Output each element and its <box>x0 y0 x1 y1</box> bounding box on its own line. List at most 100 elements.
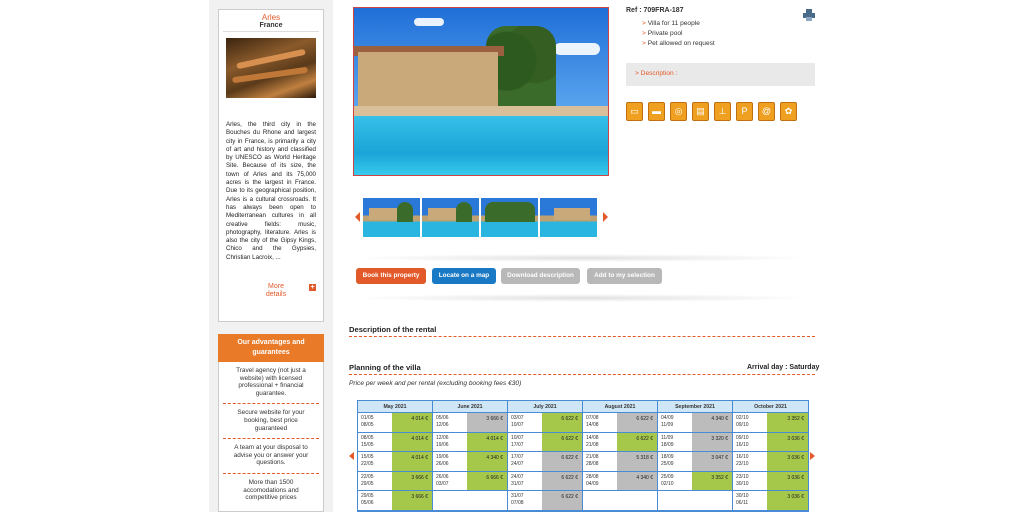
calendar-month: October 2021 02/10 09/10 3 352 €09/10 16/10 3… <box>733 401 808 511</box>
iron-icon[interactable]: ⊥ <box>714 102 731 121</box>
calendar-month: May 2021 01/05 08/05 4 014 €08/05 15/05 4 014… <box>358 401 433 511</box>
calendar-week[interactable]: 03/07 10/07 6 622 € <box>508 413 582 433</box>
divider <box>223 31 319 32</box>
download-description-button[interactable]: Download description <box>501 268 580 284</box>
gallery-prev-arrow-icon[interactable] <box>355 212 360 222</box>
week-price[interactable]: 3 352 € <box>767 413 808 432</box>
gallery-thumbnail[interactable] <box>363 198 420 237</box>
calendar-week[interactable]: 01/05 08/05 4 014 € <box>358 413 432 433</box>
calendar-week[interactable]: 16/10 23/10 3 036 € <box>733 452 808 472</box>
week-dates: 25/09 02/10 <box>658 471 692 490</box>
calendar-week[interactable]: 02/10 09/10 3 352 € <box>733 413 808 433</box>
week-price[interactable]: 3 666 € <box>392 491 432 510</box>
main-property-photo[interactable] <box>353 7 609 176</box>
week-dates: 22/05 29/05 <box>358 471 392 490</box>
property-ref: Ref : 709FRA-187 <box>626 7 684 14</box>
calendar-week[interactable]: 30/10 06/11 3 036 € <box>733 491 808 511</box>
week-dates: 12/06 19/06 <box>433 432 467 451</box>
week-price[interactable]: 6 622 € <box>542 413 582 432</box>
month-header: October 2021 <box>733 401 808 413</box>
book-property-button[interactable]: Book this property <box>356 268 426 284</box>
calendar-week: 11/09 18/09 3 320 € <box>658 432 732 452</box>
week-price[interactable]: 4 014 € <box>467 432 507 451</box>
add-selection-button[interactable]: Add to my selection <box>587 268 662 284</box>
sofa-icon[interactable]: ▬ <box>648 102 665 121</box>
calendar-week[interactable]: 15/05 22/05 4 014 € <box>358 452 432 472</box>
description-link[interactable]: > Description : <box>626 63 815 86</box>
calendar-week[interactable]: 22/05 29/05 3 666 € <box>358 471 432 491</box>
calendar-week[interactable]: 29/05 05/06 3 666 € <box>358 491 432 511</box>
gallery-thumbnail[interactable] <box>422 198 479 237</box>
week-dates: 30/10 06/11 <box>733 491 767 510</box>
week-price <box>617 491 657 510</box>
city-card: Arles France Arles, the third city in th… <box>218 9 324 322</box>
city-name[interactable]: Arles <box>219 13 323 22</box>
week-price[interactable]: 6 622 € <box>542 432 582 451</box>
week-dates: 29/05 05/06 <box>358 491 392 510</box>
month-header: June 2021 <box>433 401 507 413</box>
calendar-week: 07/08 14/08 6 622 € <box>583 413 657 433</box>
calendar-week: 04/09 11/09 4 340 € <box>658 413 732 433</box>
calendar-week[interactable]: 10/07 17/07 6 622 € <box>508 432 582 452</box>
week-price[interactable]: 4 340 € <box>467 452 507 471</box>
week-price: 6 622 € <box>542 491 582 510</box>
week-price[interactable]: 3 036 € <box>767 452 808 471</box>
calendar-week[interactable]: 12/06 19/06 4 014 € <box>433 432 507 452</box>
calendar-week: 05/06 12/06 3 666 € <box>433 413 507 433</box>
week-price[interactable]: 3 666 € <box>392 471 432 490</box>
calendar-week <box>433 491 507 511</box>
week-dates: 11/09 18/09 <box>658 432 692 451</box>
city-photo <box>226 38 316 98</box>
calendar-week[interactable]: 09/10 16/10 3 036 € <box>733 432 808 452</box>
week-dates <box>433 491 467 510</box>
week-price[interactable]: 6 622 € <box>617 432 657 451</box>
gallery-next-arrow-icon[interactable] <box>603 212 608 222</box>
week-price[interactable]: 3 352 € <box>692 471 732 490</box>
print-icon[interactable] <box>803 9 815 21</box>
washing-machine-icon[interactable]: ◎ <box>670 102 687 121</box>
calendar-week[interactable]: 26/06 03/07 6 666 € <box>433 471 507 491</box>
feature-item: > Pet allowed on request <box>642 40 715 47</box>
calendar-week <box>658 491 732 511</box>
week-price[interactable]: 3 036 € <box>767 471 808 490</box>
calendar-prev-arrow-icon[interactable] <box>349 452 354 460</box>
gallery-thumbnail[interactable] <box>481 198 538 237</box>
parking-icon[interactable]: P <box>736 102 753 121</box>
locate-map-button[interactable]: Locate on a map <box>432 268 496 284</box>
calendar-week[interactable]: 19/06 26/06 4 340 € <box>433 452 507 472</box>
week-price: 6 622 € <box>542 452 582 471</box>
week-price[interactable]: 3 036 € <box>767 491 808 510</box>
week-price[interactable]: 4 014 € <box>392 413 432 432</box>
calendar-month: August 2021 07/08 14/08 6 622 €14/08 21/08 6 … <box>583 401 658 511</box>
calendar-week[interactable]: 08/05 15/05 4 014 € <box>358 432 432 452</box>
calendar-next-arrow-icon[interactable] <box>810 452 815 460</box>
dishwasher-icon[interactable]: ▤ <box>692 102 709 121</box>
calendar-week: 18/09 25/09 3 047 € <box>658 452 732 472</box>
more-details-link[interactable]: More details <box>258 283 294 299</box>
plus-icon[interactable]: + <box>309 284 316 291</box>
calendar-week[interactable]: 23/10 30/10 3 036 € <box>733 471 808 491</box>
week-dates: 07/08 14/08 <box>583 413 617 432</box>
week-dates: 19/06 26/06 <box>433 452 467 471</box>
week-dates: 28/08 04/09 <box>583 471 617 490</box>
week-price[interactable]: 4 014 € <box>392 432 432 451</box>
week-dates: 02/10 09/10 <box>733 413 767 432</box>
week-dates: 18/09 25/09 <box>658 452 692 471</box>
week-dates: 16/10 23/10 <box>733 452 767 471</box>
calendar-month: June 2021 05/06 12/06 3 666 €12/06 19/06 4 01… <box>433 401 508 511</box>
calendar-week <box>583 491 657 511</box>
calendar-week[interactable]: 14/08 21/08 6 622 € <box>583 432 657 452</box>
advantages-list: Travel agency (not just a website) with … <box>218 362 324 512</box>
advantage-item: Travel agency (not just a website) with … <box>223 362 319 405</box>
bed-icon[interactable]: ▭ <box>626 102 643 121</box>
calendar-week[interactable]: 25/09 02/10 3 352 € <box>658 471 732 491</box>
week-dates <box>658 491 692 510</box>
gallery-thumbnail[interactable] <box>540 198 597 237</box>
calendar-week: 28/08 04/09 4 340 € <box>583 471 657 491</box>
internet-icon[interactable]: @ <box>758 102 775 121</box>
week-price[interactable]: 4 014 € <box>392 452 432 471</box>
week-price[interactable]: 6 666 € <box>467 471 507 490</box>
pets-icon[interactable]: ✿ <box>780 102 797 121</box>
week-price[interactable]: 3 036 € <box>767 432 808 451</box>
month-header: May 2021 <box>358 401 432 413</box>
